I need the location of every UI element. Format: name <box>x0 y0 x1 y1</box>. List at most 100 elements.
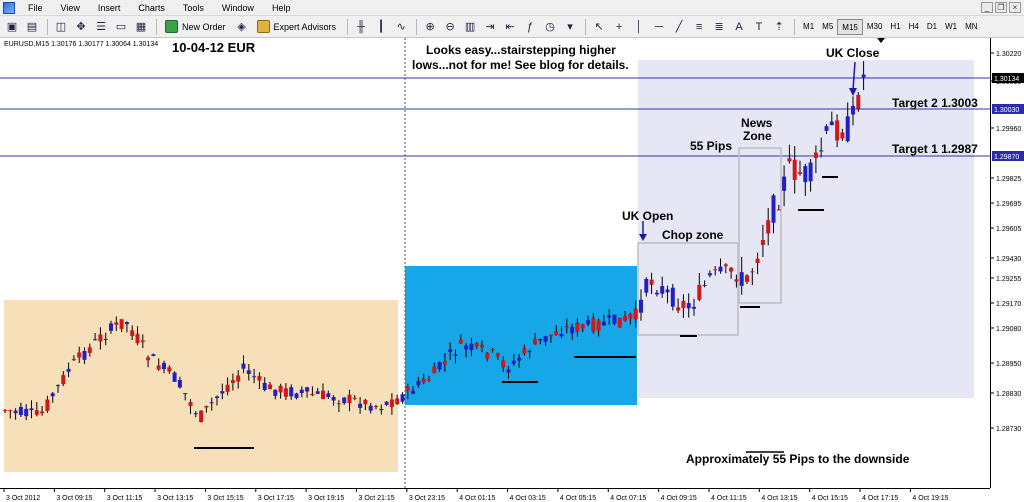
timeframe-mn[interactable]: MN <box>961 19 981 35</box>
label-tool-icon[interactable]: T <box>750 18 768 36</box>
cursor-icon[interactable]: ↖ <box>590 18 608 36</box>
horizontal-line-icon[interactable]: ─ <box>650 18 668 36</box>
expert-advisors-button[interactable]: Expert Advisors <box>253 18 341 36</box>
minimize-icon[interactable]: _ <box>981 2 993 13</box>
expert-advisors-label: Expert Advisors <box>273 21 337 32</box>
price-label: 1.30220 <box>996 51 1021 58</box>
trendline-icon[interactable]: ╱ <box>670 18 688 36</box>
time-label: 4 Oct 09:15 <box>661 495 697 502</box>
channel-icon[interactable]: ≡ <box>690 18 708 36</box>
toolbar-divider <box>156 18 157 35</box>
uk-open-label: UK Open <box>622 209 674 223</box>
new-chart-icon[interactable]: ▣ <box>3 18 21 36</box>
timeframe-m15[interactable]: M15 <box>837 18 863 35</box>
price-scale[interactable]: 1.302201.300901.299601.298251.296951.296… <box>990 38 1024 488</box>
price-label: 1.29960 <box>996 126 1021 133</box>
price-tag: 1.29870 <box>994 154 1019 161</box>
candle <box>612 314 617 326</box>
bar-chart-icon[interactable]: ╫ <box>352 18 370 36</box>
candlestick-icon[interactable]: ┃ <box>372 18 390 36</box>
price-label: 1.29080 <box>996 326 1021 333</box>
line-chart-icon[interactable]: ∿ <box>392 18 410 36</box>
menu-charts[interactable]: Charts <box>129 0 174 16</box>
price-label: 1.28730 <box>996 426 1021 433</box>
menu-insert[interactable]: Insert <box>89 0 130 16</box>
market-watch-icon[interactable]: ◫ <box>52 18 70 36</box>
time-label: 3 Oct 23:15 <box>409 495 445 502</box>
uk-close-label: UK Close <box>826 46 880 60</box>
price-label: 1.29695 <box>996 201 1021 208</box>
date-title: 10-04-12 EUR <box>172 40 256 55</box>
fibonacci-icon[interactable]: ≣ <box>710 18 728 36</box>
price-label: 1.29170 <box>996 301 1021 308</box>
time-label: 3 Oct 2012 <box>6 495 40 502</box>
restore-icon[interactable]: ❐ <box>995 2 1007 13</box>
profiles-icon[interactable]: ▤ <box>23 18 41 36</box>
timeframe-m1[interactable]: M1 <box>799 19 818 35</box>
text-tool-icon[interactable]: A <box>730 18 748 36</box>
close-icon[interactable]: × <box>1009 2 1021 13</box>
timeframe-w1[interactable]: W1 <box>941 19 961 35</box>
vertical-line-icon[interactable]: │ <box>630 18 648 36</box>
navigator-icon[interactable]: ✥ <box>72 18 90 36</box>
auto-scroll-icon[interactable]: ⇥ <box>481 18 499 36</box>
timeframe-m5[interactable]: M5 <box>818 19 837 35</box>
menu-help[interactable]: Help <box>263 0 300 16</box>
menu-view[interactable]: View <box>52 0 89 16</box>
expert-advisors-icon <box>256 20 270 33</box>
terminal-icon[interactable]: ▭ <box>112 18 130 36</box>
zoom-in-icon[interactable]: ⊕ <box>421 18 439 36</box>
news-zone-label-1: News <box>741 116 773 130</box>
strategy-tester-icon[interactable]: ▦ <box>132 18 150 36</box>
price-scale-canvas: 1.302201.300901.299601.298251.296951.296… <box>991 51 1024 433</box>
price-label: 1.29255 <box>996 276 1021 283</box>
time-label: 3 Oct 11:15 <box>107 495 143 502</box>
time-label: 4 Oct 07:15 <box>610 495 646 502</box>
chart-shift-marker <box>877 38 885 43</box>
metaeditor-icon[interactable]: ◈ <box>233 18 251 36</box>
timeframe-m30[interactable]: M30 <box>863 19 887 35</box>
periods-icon[interactable]: ◷ <box>541 18 559 36</box>
candle <box>400 392 405 404</box>
time-label: 4 Oct 05:15 <box>560 495 596 502</box>
indicators-icon[interactable]: ƒ <box>521 18 539 36</box>
time-label: 4 Oct 17:15 <box>862 495 898 502</box>
new-order-icon <box>165 20 178 33</box>
menu-tools[interactable]: Tools <box>174 0 213 16</box>
arrows-icon[interactable]: ⇡ <box>770 18 788 36</box>
time-label: 4 Oct 15:15 <box>812 495 848 502</box>
timeframe-h1[interactable]: H1 <box>886 19 904 35</box>
app-icon <box>3 1 15 14</box>
zoom-out-icon[interactable]: ⊖ <box>441 18 459 36</box>
toolbar-divider <box>47 18 48 35</box>
time-label: 3 Oct 09:15 <box>56 495 92 502</box>
crosshair-icon[interactable]: + <box>610 18 628 36</box>
toolbar: ▣ ▤ ◫ ✥ ☰ ▭ ▦ New Order ◈ Expert Advisor… <box>0 16 1024 38</box>
chart-canvas <box>0 38 990 488</box>
tile-windows-icon[interactable]: ▥ <box>461 18 479 36</box>
menu-bar: File View Insert Charts Tools Window Hel… <box>0 0 1024 16</box>
time-axis-canvas: 3 Oct 2012 3 Oct 09:15 3 Oct 11:15 3 Oct 13… <box>3 489 949 502</box>
timeframe-h4[interactable]: H4 <box>905 19 923 35</box>
chart-shift-icon[interactable]: ⇤ <box>501 18 519 36</box>
target-1-label: Target 1 1.2987 <box>892 142 978 156</box>
templates-icon[interactable]: ▾ <box>561 18 579 36</box>
menu-file[interactable]: File <box>19 0 52 16</box>
new-order-button[interactable]: New Order <box>161 18 230 36</box>
news-zone-label-2: Zone <box>743 129 772 143</box>
timeframe-d1[interactable]: D1 <box>923 19 941 35</box>
price-chart[interactable] <box>0 38 990 488</box>
price-label: 1.29605 <box>996 226 1021 233</box>
toolbar-divider <box>585 18 587 35</box>
time-label: 3 Oct 15:15 <box>207 495 243 502</box>
menu-window[interactable]: Window <box>213 0 263 16</box>
london-session-zone <box>405 266 637 405</box>
time-axis[interactable]: 3 Oct 2012 3 Oct 09:15 3 Oct 11:15 3 Oct 13… <box>0 488 990 502</box>
price-label: 1.29825 <box>996 176 1021 183</box>
data-window-icon[interactable]: ☰ <box>92 18 110 36</box>
toolbar-divider <box>794 18 796 35</box>
symbol-info: EURUSD,M15 1.30176 1.30177 1.30064 1.301… <box>4 41 159 48</box>
price-tag: 1.30030 <box>994 107 1019 114</box>
candle <box>199 410 204 423</box>
price-label: 1.29430 <box>996 256 1021 263</box>
